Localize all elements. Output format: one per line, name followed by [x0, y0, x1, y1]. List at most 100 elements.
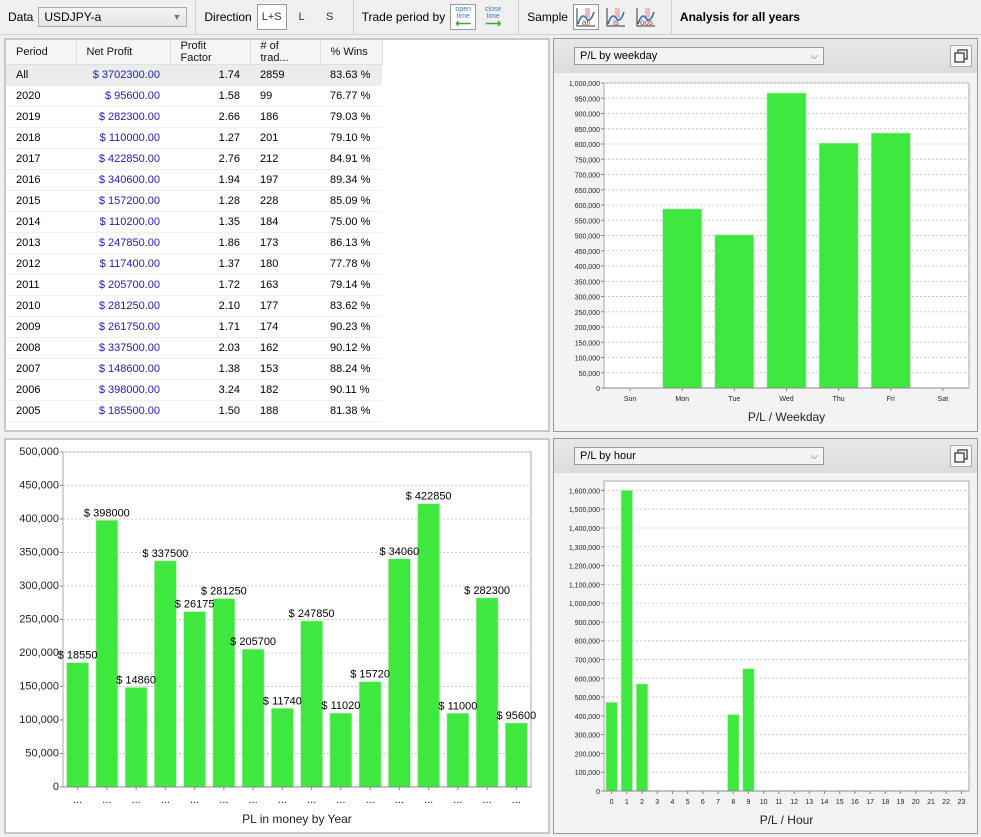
- table-row[interactable]: 2015 $ 157200.00 1.28 228 85.09 %: [6, 190, 382, 212]
- col-period[interactable]: Period: [6, 40, 77, 65]
- direction-l-button[interactable]: L: [289, 4, 315, 30]
- open-time-button[interactable]: open time ⟵: [450, 4, 477, 30]
- cell-wins: 81.38 %: [320, 400, 382, 422]
- bar-hour-0[interactable]: [605, 702, 618, 792]
- y-tick-label: 950,000: [575, 96, 600, 103]
- cell-period: 2006: [6, 379, 76, 401]
- y-tick-label: 1,500,000: [569, 507, 600, 514]
- close-time-button[interactable]: close time ⟶: [480, 4, 506, 30]
- cell-profit-factor: 1.72: [170, 274, 250, 296]
- table-row[interactable]: 2019 $ 282300.00 2.66 186 79.03 %: [6, 106, 382, 128]
- trade-period-label: Trade period by: [361, 10, 446, 24]
- bar-weekday-Wed[interactable]: [766, 92, 807, 389]
- bar-weekday-Thu[interactable]: [818, 142, 859, 389]
- x-tick-label: 17: [866, 799, 874, 806]
- y-tick-label: 1,400,000: [569, 526, 600, 533]
- y-tick-label: 150,000: [575, 340, 600, 347]
- table-row[interactable]: 2007 $ 148600.00 1.38 153 88.24 %: [6, 358, 382, 380]
- bar-weekday-Tue[interactable]: [714, 234, 755, 389]
- data-label: $ 337500: [142, 548, 188, 560]
- x-axis-title: PL in money by Year: [242, 812, 352, 826]
- x-tick-label: ...: [307, 794, 316, 806]
- x-tick-label: ...: [161, 794, 170, 806]
- x-tick-label: ...: [278, 794, 287, 806]
- maximize-button[interactable]: [950, 445, 972, 467]
- table-row[interactable]: 2009 $ 261750.00 1.71 174 90.23 %: [6, 316, 382, 338]
- bar-hour-8[interactable]: [727, 714, 740, 792]
- cell-trades: 153: [250, 358, 320, 380]
- bar-weekday-Fri[interactable]: [870, 132, 911, 389]
- bar-year-2017[interactable]: [417, 503, 440, 788]
- cell-trades: 188: [250, 400, 320, 422]
- cell-net-profit: $ 398000.00: [76, 379, 170, 401]
- cell-net-profit: $ 148600.00: [76, 358, 170, 380]
- col-net-profit[interactable]: Net Profit: [76, 40, 171, 65]
- table-row[interactable]: 2020 $ 95600.00 1.58 99 76.77 %: [6, 85, 382, 107]
- bar-year-2010[interactable]: [212, 598, 236, 788]
- cell-net-profit: $ 337500.00: [76, 337, 170, 359]
- bar-year-2005[interactable]: [66, 662, 89, 788]
- chevron-down-icon: ⌵: [810, 450, 818, 462]
- results-table: Period Net Profit Profit Factor # of tra…: [6, 40, 383, 422]
- table-row[interactable]: 2014 $ 110200.00 1.35 184 75.00 %: [6, 211, 382, 233]
- bar-year-2011[interactable]: [241, 648, 265, 788]
- sample-is-button[interactable]: is: [603, 4, 629, 30]
- table-row[interactable]: 2013 $ 247850.00 1.86 173 86.13 %: [6, 232, 382, 254]
- y-tick-label: 400,000: [19, 513, 59, 525]
- table-row[interactable]: 2011 $ 205700.00 1.72 163 79.14 %: [6, 274, 382, 296]
- maximize-button[interactable]: [950, 45, 972, 67]
- x-tick-label: Wed: [779, 396, 793, 403]
- table-row[interactable]: 2010 $ 281250.00 2.10 177 83.62 %: [6, 295, 382, 317]
- data-select[interactable]: USDJPY-a ▼: [38, 7, 188, 27]
- bar-year-2009[interactable]: [183, 611, 206, 788]
- bar-hour-1[interactable]: [620, 490, 633, 792]
- direction-s-button[interactable]: S: [317, 4, 343, 30]
- table-row[interactable]: 2006 $ 398000.00 3.24 182 90.11 %: [6, 379, 382, 401]
- col-profit-factor[interactable]: Profit Factor: [170, 40, 251, 65]
- col-trades[interactable]: # of trad...: [250, 40, 321, 65]
- cell-trades: 186: [250, 106, 320, 128]
- table-row[interactable]: 2017 $ 422850.00 2.76 212 84.91 %: [6, 148, 382, 170]
- bar-weekday-Mon[interactable]: [662, 208, 703, 389]
- y-tick-label: 400,000: [575, 714, 600, 721]
- bar-year-2006[interactable]: [95, 520, 119, 788]
- sample-oos-button[interactable]: oos: [633, 4, 659, 30]
- cell-wins: 79.03 %: [320, 106, 382, 128]
- bar-hour-2[interactable]: [636, 683, 649, 792]
- bar-year-2020[interactable]: [505, 722, 528, 788]
- sample-label: Sample: [527, 10, 568, 24]
- hour-chart-select[interactable]: P/L by hour ⌵: [574, 447, 824, 465]
- table-row[interactable]: 2016 $ 340600.00 1.94 197 89.34 %: [6, 169, 382, 191]
- bar-year-2015[interactable]: [358, 681, 382, 788]
- x-tick-label: ...: [132, 794, 141, 806]
- cell-wins: 86.13 %: [320, 232, 382, 254]
- bar-year-2008[interactable]: [154, 560, 177, 788]
- bar-year-2016[interactable]: [388, 558, 411, 788]
- table-row[interactable]: 2008 $ 337500.00 2.03 162 90.12 %: [6, 337, 382, 359]
- bar-year-2018[interactable]: [446, 712, 470, 788]
- bar-year-2007[interactable]: [124, 687, 148, 788]
- x-tick-label: Tue: [728, 396, 740, 403]
- table-row[interactable]: 2005 $ 185500.00 1.50 188 81.38 %: [6, 400, 382, 422]
- weekday-chart-select[interactable]: P/L by weekday ⌵: [574, 47, 824, 65]
- data-label: $ 15720: [350, 669, 390, 681]
- sample-all-button[interactable]: all: [572, 4, 599, 30]
- cell-trades: 197: [250, 169, 320, 191]
- bar-year-2019[interactable]: [475, 597, 499, 788]
- bar-year-2013[interactable]: [300, 620, 323, 788]
- y-tick-label: 750,000: [575, 157, 600, 164]
- x-tick-label: 22: [942, 799, 950, 806]
- bar-hour-9[interactable]: [742, 668, 755, 792]
- table-row[interactable]: All $ 3702300.00 1.74 2859 83.63 %: [6, 64, 382, 86]
- plot-area: [603, 480, 970, 792]
- table-row[interactable]: 2018 $ 110000.00 1.27 201 79.10 %: [6, 127, 382, 149]
- direction-ls-button[interactable]: L+S: [256, 4, 287, 30]
- col-wins[interactable]: % Wins: [320, 40, 383, 65]
- table-row[interactable]: 2012 $ 117400.00 1.37 180 77.78 %: [6, 253, 382, 275]
- bar-year-2014[interactable]: [329, 712, 353, 788]
- chevron-down-icon: ⌵: [810, 50, 818, 62]
- x-tick-label: 21: [927, 799, 935, 806]
- bar-year-2012[interactable]: [271, 708, 294, 788]
- cell-period: 2011: [6, 274, 76, 296]
- cell-net-profit: $ 282300.00: [76, 106, 170, 128]
